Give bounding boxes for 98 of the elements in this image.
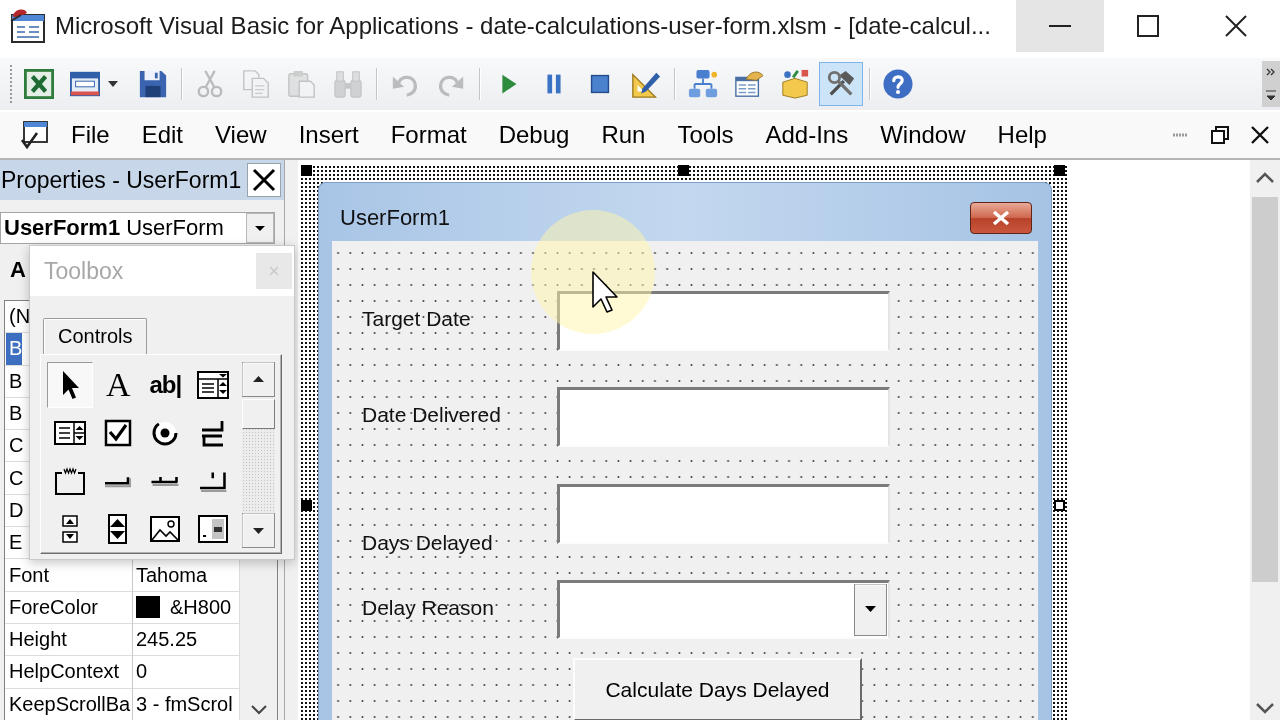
frame-icon xyxy=(54,465,86,497)
property-value[interactable]: 3 - fmScrol xyxy=(136,692,233,716)
app-icon xyxy=(9,7,47,45)
form-caption: UserForm1 xyxy=(339,205,450,231)
close-icon xyxy=(1251,126,1269,144)
property-value[interactable]: &H800 xyxy=(170,595,232,619)
menu-item[interactable]: Format xyxy=(374,115,483,155)
close-icon xyxy=(252,168,276,192)
shapes-box-icon xyxy=(780,69,810,99)
tab-page-icon xyxy=(199,470,228,492)
toolbar-overflow-icon[interactable] xyxy=(1262,61,1280,107)
property-name[interactable]: C xyxy=(6,462,24,494)
menu-item[interactable]: Insert xyxy=(282,115,375,155)
close-icon xyxy=(269,266,279,276)
text-field[interactable] xyxy=(557,291,890,351)
menu-item[interactable]: Run xyxy=(585,115,662,155)
resize-handle-icon[interactable] xyxy=(301,165,312,176)
scrollbar-thumb[interactable] xyxy=(242,399,276,429)
tab[interactable]: Controls xyxy=(43,318,148,354)
pointer-tool[interactable] xyxy=(47,362,93,408)
property-name[interactable]: B xyxy=(6,397,23,430)
property-name[interactable]: ForeColor xyxy=(6,591,132,623)
property-name[interactable]: Font xyxy=(6,559,132,591)
property-name[interactable]: D xyxy=(6,494,24,527)
property-name[interactable]: HelpContext xyxy=(6,656,132,688)
menu-item[interactable]: Tools xyxy=(661,115,750,155)
resize-handle-icon[interactable] xyxy=(1054,500,1065,511)
picture-icon xyxy=(149,513,182,545)
button-outline-icon xyxy=(103,474,132,488)
command-button[interactable]: Calculate Days Delayed xyxy=(573,658,862,720)
menu-item[interactable]: Add-Ins xyxy=(749,115,865,155)
window-title: Microsoft Visual Basic for Applications - date-calculations-user-form.xlsm - [date-calcul... xyxy=(55,12,991,40)
close-icon xyxy=(1225,15,1247,37)
resize-handle-icon[interactable] xyxy=(678,165,689,176)
mouse-pointer-icon xyxy=(531,210,655,334)
object-dropdown[interactable]: UserForm1 UserForm xyxy=(0,212,275,244)
property-value[interactable]: Tahoma xyxy=(136,563,208,587)
panel-title: Properties - UserForm1 xyxy=(0,166,242,194)
text-field[interactable] xyxy=(557,387,890,447)
tree-icon xyxy=(688,69,718,99)
property-value[interactable]: 0 xyxy=(136,660,148,684)
form-check-icon[interactable] xyxy=(20,120,48,150)
scroll-up-icon[interactable] xyxy=(242,362,276,397)
scissors-icon xyxy=(195,69,225,99)
scroll-down-icon[interactable] xyxy=(242,513,276,548)
menu-item[interactable]: Edit xyxy=(125,115,200,155)
property-name[interactable]: KeepScrollBa xyxy=(6,688,132,720)
combo-box[interactable] xyxy=(557,580,890,639)
field-label: Days Delayed xyxy=(362,530,493,556)
textbox-tool[interactable]: ab| xyxy=(142,362,189,408)
label-tool[interactable]: A xyxy=(94,362,141,408)
toolbar-grip-icon[interactable] xyxy=(9,64,13,104)
chevron-down-icon[interactable] xyxy=(250,705,267,715)
copy-icon xyxy=(241,69,271,99)
minimize-icon xyxy=(1049,25,1071,27)
close-button[interactable] xyxy=(247,163,281,197)
menu-item[interactable]: Debug xyxy=(482,115,586,155)
help-icon xyxy=(883,69,913,99)
property-name[interactable]: B xyxy=(6,333,23,365)
menu-item[interactable]: File xyxy=(55,115,126,155)
properties-window-icon xyxy=(734,69,764,99)
save-icon xyxy=(138,69,168,99)
property-name[interactable]: B xyxy=(6,365,23,397)
combo-list-icon xyxy=(197,369,230,401)
menu-item[interactable]: Help xyxy=(981,115,1063,155)
scrollbar[interactable] xyxy=(1250,160,1280,720)
menu-item[interactable]: View xyxy=(199,115,283,155)
field-label: Target Date xyxy=(362,306,471,332)
scrollbar[interactable] xyxy=(242,362,276,548)
resize-handle-icon[interactable] xyxy=(1054,165,1065,176)
property-value[interactable]: 245.25 xyxy=(136,628,198,652)
scrollbar-thumb[interactable] xyxy=(1252,197,1278,582)
spreadsheet-icon xyxy=(24,69,54,99)
minimize-icon xyxy=(1173,133,1187,137)
property-name[interactable]: C xyxy=(6,430,24,462)
property-name[interactable]: Height xyxy=(6,623,132,656)
text-field[interactable] xyxy=(557,484,890,544)
chevron-up-icon[interactable] xyxy=(1256,172,1274,183)
field-label: Date Delivered xyxy=(362,402,501,428)
property-name[interactable]: (N xyxy=(6,301,31,333)
menu-item[interactable]: Window xyxy=(864,115,982,155)
property-name[interactable]: E xyxy=(6,527,23,559)
toolbox-title: Toolbox xyxy=(43,257,124,285)
close-button[interactable] xyxy=(970,202,1032,234)
ref-edit-icon xyxy=(197,513,230,545)
resize-handle-icon[interactable] xyxy=(301,500,312,511)
clipboard-icon xyxy=(287,69,317,99)
field-label: Delay Reason xyxy=(362,595,494,621)
caret-icon[interactable] xyxy=(108,81,118,87)
toolbar-button[interactable] xyxy=(819,62,863,106)
form-window-icon xyxy=(70,69,100,99)
binoculars-icon xyxy=(333,69,363,99)
close-icon xyxy=(991,210,1011,226)
tab-strip-icon xyxy=(151,476,180,486)
maximize-icon xyxy=(1137,15,1159,37)
restore-icon xyxy=(1211,126,1229,144)
tab[interactable]: A xyxy=(0,257,26,283)
chevron-down-icon[interactable] xyxy=(1256,703,1274,714)
